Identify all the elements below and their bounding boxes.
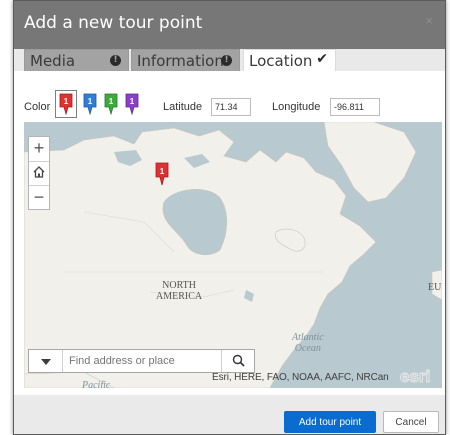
label-eu: EU	[428, 282, 442, 293]
esri-logo[interactable]: esri	[399, 367, 430, 387]
pin-swatch-blue[interactable]: 1	[82, 93, 98, 115]
alert-icon: !	[221, 55, 232, 66]
pin-swatch-purple[interactable]: 1	[124, 93, 140, 115]
zoom-control: + −	[28, 136, 50, 210]
tab-information[interactable]: Information !	[131, 49, 240, 71]
home-icon[interactable]	[32, 165, 46, 179]
pin-number: 1	[109, 97, 114, 106]
add-tour-point-dialog: Add a new tour point × Media ! Informati…	[13, 0, 446, 435]
alert-icon: !	[110, 55, 121, 66]
map-view[interactable]: + − 1 NORTH AMERICA Atlantic Ocean Pacif…	[24, 122, 442, 388]
zoom-in-button[interactable]: +	[29, 137, 49, 161]
checkmark-icon: ✔	[316, 51, 328, 67]
map-pin-number: 1	[160, 167, 165, 176]
longitude-label: Longitude	[272, 101, 321, 113]
longitude-input[interactable]	[330, 98, 380, 116]
latitude-label: Latitude	[163, 101, 203, 113]
search-widget	[28, 349, 255, 373]
tab-media-label: Media	[30, 52, 76, 70]
tab-location-label: Location	[249, 52, 313, 70]
color-row: Color 1 1 1 1 Latitude Longitude	[24, 90, 444, 119]
map-location-pin-icon[interactable]: 1	[154, 162, 170, 186]
search-icon	[232, 354, 245, 367]
search-button[interactable]	[221, 350, 254, 372]
pin-swatch-red[interactable]: 1	[55, 90, 77, 118]
latitude-input[interactable]	[211, 98, 251, 116]
add-tour-point-button[interactable]: Add tour point	[284, 411, 376, 433]
zoom-out-button[interactable]: −	[29, 186, 49, 210]
map-attribution: Esri, HERE, FAO, NOAA, AAFC, NRCan	[212, 372, 389, 383]
dialog-titlebar: Add a new tour point ×	[14, 1, 445, 49]
pin-swatch-green[interactable]: 1	[103, 93, 119, 115]
search-source-dropdown[interactable]	[29, 350, 63, 372]
chevron-down-icon	[41, 359, 51, 365]
dialog-title: Add a new tour point	[24, 13, 203, 33]
close-icon[interactable]: ×	[425, 13, 433, 28]
tab-media[interactable]: Media !	[24, 49, 129, 71]
tab-information-label: Information	[137, 52, 224, 70]
label-atlantic-ocean: Atlantic Ocean	[292, 332, 324, 354]
pin-number: 1	[64, 97, 69, 106]
cancel-button[interactable]: Cancel	[383, 411, 439, 433]
dialog-footer: Add tour point Cancel	[14, 395, 445, 434]
label-north-america: NORTH AMERICA	[156, 280, 203, 302]
search-input[interactable]	[69, 353, 209, 369]
label-pacific: Pacific	[82, 380, 111, 388]
pin-number: 1	[88, 97, 93, 106]
location-panel: Color 1 1 1 1 Latitude Longitude	[14, 71, 445, 395]
pin-number: 1	[130, 97, 135, 106]
tab-location[interactable]: Location ✔	[243, 49, 336, 71]
color-label: Color	[24, 101, 51, 113]
